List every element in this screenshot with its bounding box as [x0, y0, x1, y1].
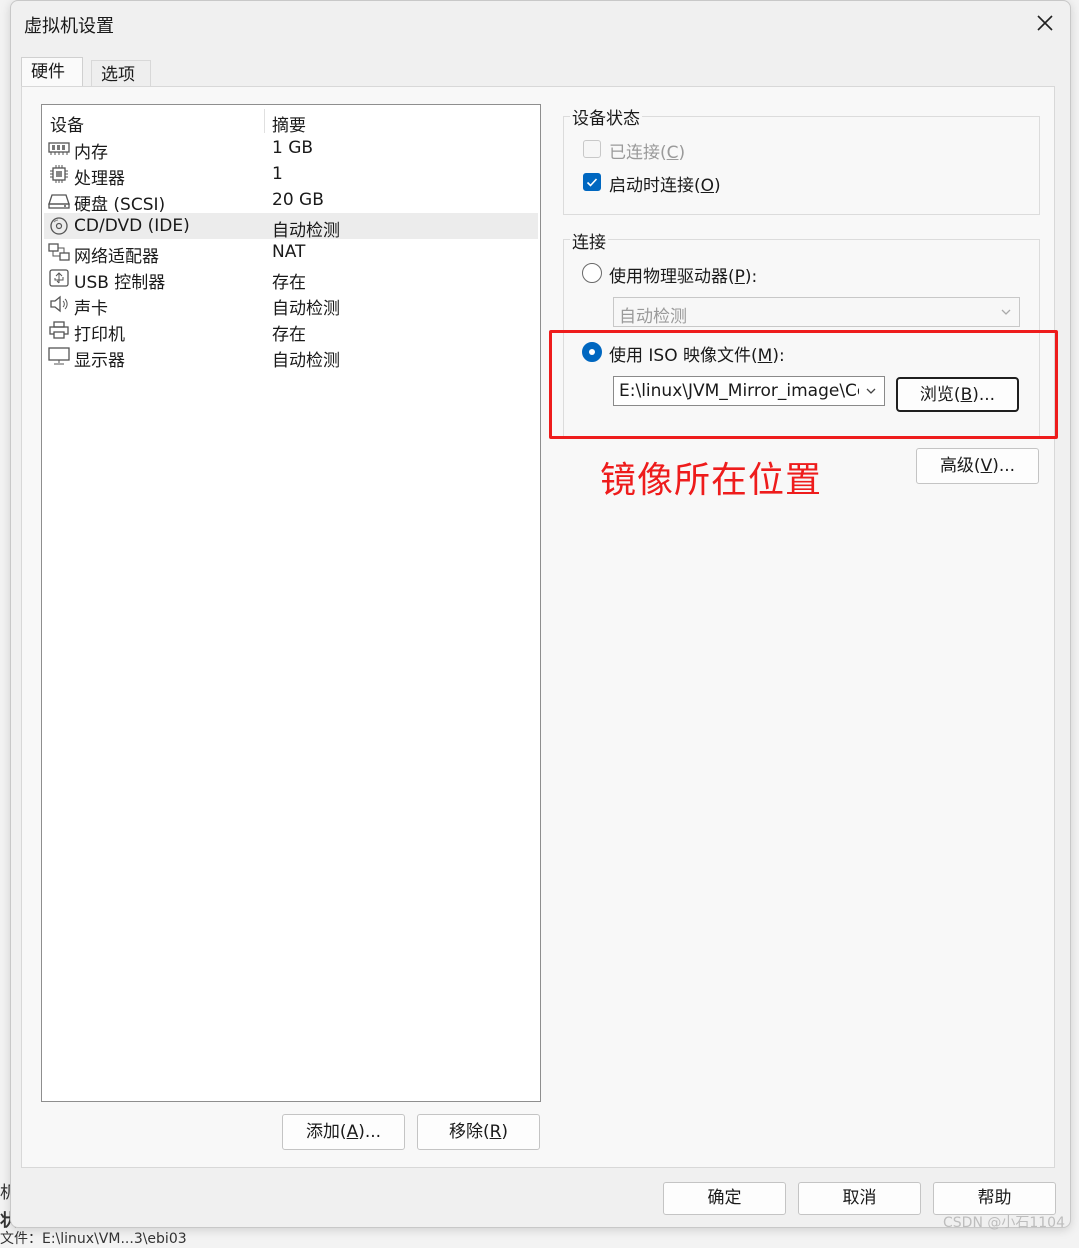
device-name: CD/DVD (IDE) [74, 216, 190, 236]
monitor-icon [48, 347, 70, 365]
title-bar: 虚拟机设置 [11, 1, 1070, 45]
device-name: 声卡 [74, 299, 108, 319]
device-row-cd-dvd[interactable]: CD/DVD (IDE) 自动检测 [44, 213, 538, 241]
device-row-sound-card[interactable]: 声卡 自动检测 [44, 291, 538, 319]
memory-icon [48, 142, 70, 155]
device-status-group [563, 116, 1040, 215]
close-button[interactable] [1028, 7, 1062, 39]
device-summary: 存在 [272, 273, 306, 293]
device-summary: 1 GB [272, 138, 314, 158]
annotation-highlight-box [549, 330, 1058, 439]
device-summary: 自动检测 [272, 299, 340, 319]
add-device-button[interactable]: 添加(A)... [282, 1114, 405, 1150]
ok-button[interactable]: 确定 [663, 1182, 786, 1215]
device-summary: 存在 [272, 325, 306, 345]
cd-dvd-icon [50, 217, 68, 235]
device-summary: 20 GB [272, 190, 324, 210]
tab-options[interactable]: 选项 [91, 60, 151, 87]
dialog-title: 虚拟机设置 [24, 16, 114, 37]
column-separator[interactable] [264, 109, 265, 133]
device-name: 处理器 [74, 169, 125, 189]
connected-label: 已连接(C) [609, 143, 686, 163]
device-name: 显示器 [74, 351, 125, 371]
device-summary: 1 [272, 164, 283, 184]
device-row-usb-controller[interactable]: USB 控制器 存在 [44, 265, 538, 293]
device-row-processor[interactable]: 处理器 1 [44, 161, 538, 189]
physical-drive-select[interactable]: 自动检测 [613, 297, 1020, 327]
device-name: 网络适配器 [74, 247, 159, 267]
usb-icon [49, 269, 69, 287]
device-summary: NAT [272, 242, 306, 262]
column-header-summary[interactable]: 摘要 [272, 111, 306, 136]
device-row-printer[interactable]: 打印机 存在 [44, 317, 538, 345]
device-row-network-adapter[interactable]: 网络适配器 NAT [44, 239, 538, 267]
device-list-header: 设备 摘要 [42, 107, 540, 136]
connection-legend: 连接 [570, 228, 608, 253]
device-row-memory[interactable]: 内存 1 GB [44, 135, 538, 163]
cpu-icon [50, 165, 68, 183]
hard-disk-icon [48, 194, 70, 209]
device-row-hard-disk[interactable]: 硬盘 (SCSI) 20 GB [44, 187, 538, 215]
help-button[interactable]: 帮助 [933, 1182, 1056, 1215]
remove-device-button[interactable]: 移除(R) [417, 1114, 540, 1150]
device-row-display[interactable]: 显示器 自动检测 [44, 343, 538, 371]
speaker-icon [50, 295, 68, 313]
advanced-button[interactable]: 高级(V)... [916, 448, 1039, 484]
close-icon [1037, 15, 1053, 31]
printer-icon [49, 321, 69, 339]
device-name: 硬盘 (SCSI) [74, 195, 166, 215]
connect-at-power-on-label: 启动时连接(O) [609, 176, 721, 196]
device-name: USB 控制器 [74, 273, 166, 293]
checkmark-icon [586, 178, 598, 187]
network-adapter-icon [48, 243, 70, 261]
vm-settings-dialog: 虚拟机设置 硬件 选项 设备 摘要 内存 1 GB 处理器 1 硬盘 (SCSI… [10, 0, 1071, 1228]
connected-checkbox[interactable] [583, 140, 601, 158]
device-status-legend: 设备状态 [570, 104, 642, 129]
physical-drive-label: 使用物理驱动器(P): [609, 267, 758, 287]
device-name: 打印机 [74, 325, 125, 345]
device-summary: 自动检测 [272, 221, 340, 241]
connect-at-power-on-checkbox[interactable] [583, 173, 601, 191]
cancel-button[interactable]: 取消 [798, 1182, 921, 1215]
device-list[interactable]: 设备 摘要 内存 1 GB 处理器 1 硬盘 (SCSI) 20 GB CD/D… [41, 104, 541, 1102]
watermark: CSDN @小石1104 [943, 1215, 1065, 1231]
annotation-text: 镜像所在位置 [600, 460, 823, 501]
device-name: 内存 [74, 143, 108, 163]
background-window-text-3: 文件：E:\linux\VM...3\ebi03 [0, 1231, 187, 1247]
tab-hardware[interactable]: 硬件 [21, 57, 83, 87]
device-summary: 自动检测 [272, 351, 340, 371]
physical-drive-value: 自动检测 [619, 307, 687, 327]
column-header-device[interactable]: 设备 [50, 111, 84, 136]
physical-drive-radio[interactable] [582, 263, 602, 283]
chevron-down-icon [1001, 309, 1011, 315]
